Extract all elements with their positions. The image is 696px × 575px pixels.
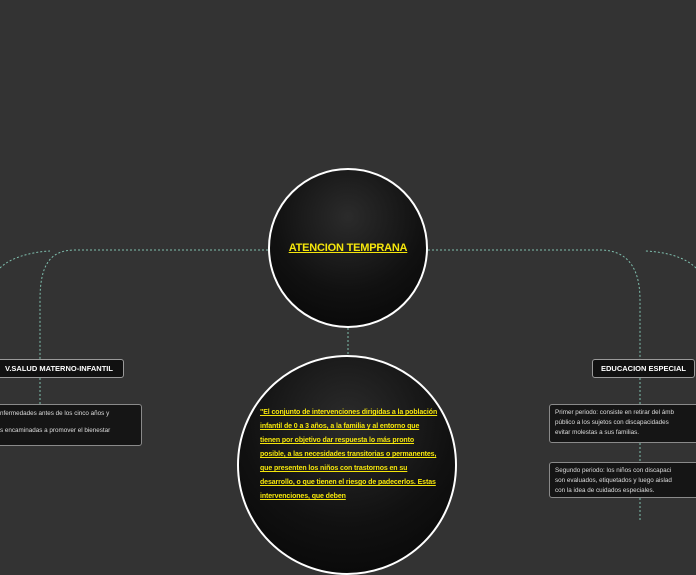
right-branch-note-2[interactable]: Segundo periodo: los niños con discapaci… bbox=[549, 462, 696, 498]
note-line: son evaluados, etiquetados y luego aisla… bbox=[555, 477, 672, 484]
main-topic-node[interactable]: "El conjunto de intervenciones dirigidas… bbox=[237, 355, 457, 575]
note-line: Segundo periodo: los niños con discapaci bbox=[555, 467, 672, 474]
central-topic-title: ATENCION TEMPRANA bbox=[288, 242, 408, 254]
note-line: Primer periodo: consiste en retirar del … bbox=[555, 409, 674, 416]
right-branch-note-1[interactable]: Primer periodo: consiste en retirar del … bbox=[549, 404, 696, 443]
main-topic-text: "El conjunto de intervenciones dirigidas… bbox=[260, 409, 438, 500]
note-line: s encaminadas a promover el bienestar bbox=[0, 427, 111, 434]
connector-left-branch bbox=[39, 249, 268, 359]
left-branch-label[interactable]: V.SALUD MATERNO-INFANTIL bbox=[0, 359, 124, 378]
right-branch-label[interactable]: EDUCACION ESPECIAL bbox=[592, 359, 695, 378]
note-line: con la idea de cuidados especiales. bbox=[555, 487, 655, 494]
connector-left-edge bbox=[0, 250, 51, 269]
note-line: evitar molestas a sus familias. bbox=[555, 429, 639, 436]
connector-right-edge bbox=[644, 250, 696, 269]
note-line: nfermedades antes de los cinco años y bbox=[0, 410, 110, 417]
connector-right-branch bbox=[428, 249, 641, 359]
central-topic-node[interactable]: ATENCION TEMPRANA bbox=[268, 168, 428, 328]
left-branch-note[interactable]: nfermedades antes de los cinco años y s … bbox=[0, 404, 142, 446]
note-line: público a los sujetos con discapacidades bbox=[555, 419, 669, 426]
